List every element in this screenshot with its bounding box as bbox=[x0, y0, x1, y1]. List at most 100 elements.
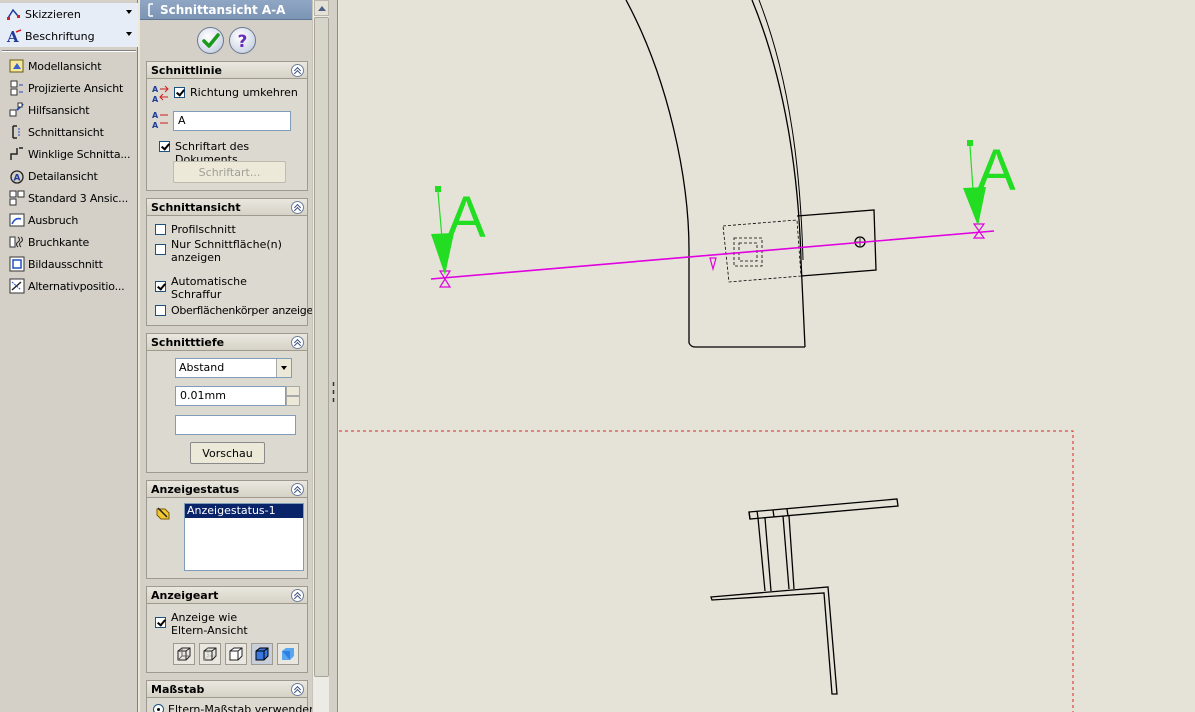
toolbar-item-label: Hilfsansicht bbox=[28, 103, 90, 117]
toolbar-sketch-tab[interactable]: Skizzieren bbox=[0, 3, 138, 25]
group-title: Schnittlinie bbox=[151, 63, 222, 77]
use-parent-scale-radio[interactable] bbox=[153, 704, 164, 712]
font-button[interactable]: Schriftart... bbox=[173, 161, 286, 183]
section-endpoint-right-icon[interactable] bbox=[972, 223, 986, 239]
parent-view-geometry[interactable] bbox=[625, 0, 877, 348]
group-display-style: Anzeigeart Anzeige wie Eltern-Ansicht bbox=[146, 586, 308, 673]
surface-bodies-label: Oberflächenkörper anzeigen bbox=[171, 304, 320, 317]
scroll-thumb[interactable] bbox=[314, 17, 329, 677]
projected-view-icon bbox=[10, 80, 23, 96]
display-state-item[interactable]: Anzeigestatus-1 bbox=[185, 504, 303, 518]
pm-title-bar: Schnittansicht A-A bbox=[140, 0, 312, 20]
preview-button[interactable]: Vorschau bbox=[190, 442, 265, 464]
shaded-button[interactable] bbox=[277, 643, 299, 665]
section-label-input[interactable]: A bbox=[173, 111, 291, 131]
reverse-direction-checkbox[interactable] bbox=[174, 87, 185, 98]
label-line: Anzeige wie bbox=[171, 611, 238, 624]
section-view-geometry[interactable] bbox=[710, 498, 899, 695]
auto-hatching-checkbox[interactable] bbox=[155, 281, 166, 292]
arrow-handle-right[interactable] bbox=[967, 140, 973, 146]
group-header: Schnitttiefe bbox=[147, 334, 307, 351]
auxiliary-view-icon bbox=[9, 102, 24, 117]
drawing-canvas[interactable]: A A bbox=[339, 0, 1195, 712]
label-line: Eltern-Ansicht bbox=[171, 624, 248, 637]
toolbar-auxiliary-view[interactable]: Hilfsansicht bbox=[0, 99, 138, 121]
toolbar-broken-out-section[interactable]: Ausbruch bbox=[0, 209, 138, 231]
section-view-boundary[interactable] bbox=[339, 430, 1074, 712]
toolbar-model-view[interactable]: Modellansicht bbox=[0, 55, 138, 77]
drawing-command-toolbar: Skizzieren A Beschriftung Modellansicht … bbox=[0, 0, 138, 712]
chevron-down-icon[interactable] bbox=[276, 359, 291, 377]
toolbar-annotation-tab[interactable]: A Beschriftung bbox=[0, 25, 138, 47]
shaded-with-edges-button[interactable] bbox=[251, 643, 273, 665]
section-arrow-right[interactable]: A bbox=[963, 138, 1016, 226]
group-title: Schnitttiefe bbox=[151, 335, 225, 349]
collapse-button[interactable] bbox=[291, 64, 304, 77]
panel-splitter[interactable] bbox=[329, 0, 338, 712]
profile-cut-checkbox[interactable] bbox=[155, 224, 166, 235]
reference-input[interactable] bbox=[175, 415, 296, 435]
spin-down-button[interactable] bbox=[286, 396, 300, 406]
document-font-checkbox[interactable] bbox=[159, 141, 170, 152]
shaded-edges-icon bbox=[255, 647, 269, 661]
collapse-button[interactable] bbox=[291, 683, 304, 696]
depth-value-input[interactable]: 0.01mm bbox=[175, 386, 286, 406]
toolbar-alternate-position[interactable]: Alternativpositio... bbox=[0, 275, 138, 297]
toolbar-crop-view[interactable]: Bildausschnitt bbox=[0, 253, 138, 275]
wireframe-button[interactable] bbox=[173, 643, 195, 665]
collapse-button[interactable] bbox=[291, 201, 304, 214]
detail-view-icon: A bbox=[10, 170, 24, 184]
section-faces-only-checkbox[interactable] bbox=[155, 244, 166, 255]
toolbar-aligned-section[interactable]: Winklige Schnitta... bbox=[0, 143, 138, 165]
section-line-path[interactable] bbox=[430, 230, 995, 280]
hidden-lines-visible-icon bbox=[203, 647, 217, 661]
surface-bodies-checkbox[interactable] bbox=[155, 305, 166, 316]
collapse-button[interactable] bbox=[291, 336, 304, 349]
section-faces-only-row[interactable]: Nur Schnittfläche(n) anzeigen bbox=[155, 238, 282, 264]
auto-hatching-label: Automatische Schraffur bbox=[171, 275, 247, 301]
scroll-up-button[interactable] bbox=[314, 0, 329, 16]
splitter-grip-icon[interactable] bbox=[332, 380, 335, 404]
toolbar-section-view[interactable]: Schnittansicht bbox=[0, 121, 138, 143]
spin-up-button[interactable] bbox=[286, 386, 300, 396]
use-parent-style-label: Anzeige wie Eltern-Ansicht bbox=[171, 611, 248, 637]
toolbar-break-line[interactable]: Bruchkante bbox=[0, 231, 138, 253]
collapse-button[interactable] bbox=[291, 589, 304, 602]
depth-type-select[interactable]: Abstand bbox=[175, 358, 292, 378]
solidworks-window: Skizzieren A Beschriftung Modellansicht … bbox=[0, 0, 1195, 712]
help-button[interactable]: ? bbox=[229, 27, 256, 54]
section-label-right[interactable]: A bbox=[977, 138, 1016, 203]
arrow-handle-left[interactable] bbox=[435, 186, 441, 192]
drawing-sheet[interactable]: A A bbox=[339, 0, 1195, 712]
section-label-left[interactable]: A bbox=[447, 185, 486, 250]
chevron-down-icon[interactable] bbox=[126, 32, 132, 36]
model-view-icon bbox=[9, 59, 24, 73]
toolbar-divider bbox=[2, 50, 136, 52]
toolbar-annotation-label: Beschriftung bbox=[25, 29, 95, 43]
use-parent-scale-row[interactable]: Eltern-Maßstab verwenden bbox=[153, 703, 316, 712]
profile-cut-label: Profilschnitt bbox=[171, 223, 236, 236]
collapse-button[interactable] bbox=[291, 483, 304, 496]
pm-scrollbar[interactable] bbox=[312, 0, 329, 712]
toolbar-standard-3-view[interactable]: Standard 3 Ansic... bbox=[0, 187, 138, 209]
ok-button[interactable] bbox=[197, 27, 224, 54]
display-state-list[interactable]: Anzeigestatus-1 bbox=[184, 503, 304, 571]
section-arrow-left[interactable]: A bbox=[431, 185, 486, 275]
section-line[interactable] bbox=[430, 223, 995, 288]
use-parent-style-row[interactable]: Anzeige wie Eltern-Ansicht bbox=[155, 611, 248, 637]
toolbar-projected-view[interactable]: Projizierte Ansicht bbox=[0, 77, 138, 99]
hidden-lines-removed-button[interactable] bbox=[225, 643, 247, 665]
section-view-icon bbox=[12, 125, 20, 139]
profile-cut-row[interactable]: Profilschnitt bbox=[155, 223, 236, 236]
chevron-down-icon[interactable] bbox=[126, 10, 132, 14]
svg-text:A: A bbox=[152, 121, 159, 130]
svg-text:A: A bbox=[6, 28, 19, 44]
auto-hatching-row[interactable]: Automatische Schraffur bbox=[155, 275, 247, 301]
group-header: Schnittansicht bbox=[147, 199, 307, 216]
surface-bodies-row[interactable]: Oberflächenkörper anzeigen bbox=[155, 304, 320, 317]
hidden-lines-removed-icon bbox=[229, 647, 243, 661]
hidden-lines-visible-button[interactable] bbox=[199, 643, 221, 665]
reverse-direction-row[interactable]: Richtung umkehren bbox=[174, 86, 298, 99]
use-parent-style-checkbox[interactable] bbox=[155, 617, 166, 628]
toolbar-detail-view[interactable]: A Detailansicht bbox=[0, 165, 138, 187]
